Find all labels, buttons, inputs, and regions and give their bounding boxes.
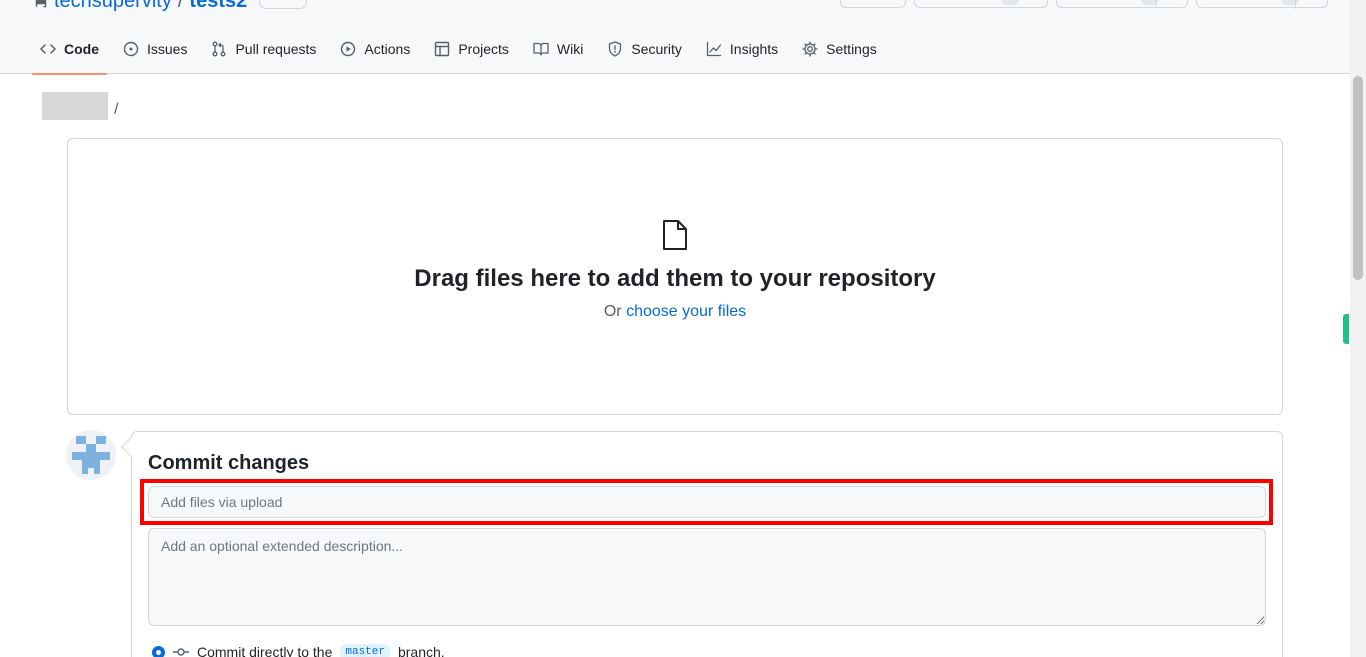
- tab-security[interactable]: Security: [599, 30, 690, 74]
- branch-name: master: [340, 644, 390, 657]
- breadcrumb-repo-link[interactable]: [42, 92, 108, 120]
- notifications-button[interactable]: [840, 0, 906, 8]
- tab-projects[interactable]: Projects: [426, 30, 517, 74]
- git-pull-request-icon: [213, 41, 226, 57]
- tab-label: Wiki: [556, 41, 584, 57]
- gear-icon: [802, 41, 818, 57]
- tab-code[interactable]: Code: [32, 30, 107, 75]
- git-commit-icon: [173, 648, 189, 656]
- star-button[interactable]: [1196, 0, 1328, 9]
- star-dropdown[interactable]: [1295, 0, 1327, 9]
- graph-icon: [706, 41, 722, 57]
- repo-header: techsupervity / tests2 Code Issues Pull …: [0, 0, 1350, 75]
- issue-opened-icon: [123, 41, 139, 57]
- tab-label: Actions: [364, 41, 411, 57]
- shield-icon: [609, 41, 622, 57]
- tab-label: Projects: [458, 41, 509, 57]
- breadcrumb: /: [42, 92, 118, 120]
- commit-summary-input[interactable]: [148, 486, 1266, 518]
- page-scrollbar[interactable]: [1350, 0, 1366, 657]
- tab-label: Settings: [826, 41, 877, 57]
- table-icon: [435, 41, 450, 57]
- commit-directly-radio[interactable]: [152, 645, 165, 657]
- visibility-badge: [259, 0, 308, 9]
- commit-directly-option[interactable]: Commit directly to the master branch.: [152, 644, 445, 657]
- watch-button[interactable]: [914, 0, 1048, 8]
- scrollbar-thumb[interactable]: [1353, 76, 1363, 280]
- code-icon: [40, 44, 56, 54]
- breadcrumb-separator: /: [114, 101, 119, 118]
- extension-side-tab[interactable]: [1343, 314, 1349, 344]
- repo-nav-tabs: Code Issues Pull requests Actions Projec…: [32, 30, 893, 75]
- commit-option-suffix: branch.: [397, 644, 445, 657]
- tab-wiki[interactable]: Wiki: [525, 30, 591, 74]
- play-icon: [341, 41, 356, 57]
- identicon-image: [72, 436, 110, 474]
- drop-zone-title: Drag files here to add them to your repo…: [414, 265, 936, 292]
- drop-zone-or-text: Or: [603, 303, 627, 320]
- tab-insights[interactable]: Insights: [698, 30, 786, 74]
- tab-label: Code: [64, 41, 99, 57]
- drop-zone-subtitle: Or choose your files: [67, 303, 1283, 321]
- repo-path-separator: /: [177, 0, 184, 12]
- repo-name-link[interactable]: tests2: [189, 0, 247, 13]
- fork-button[interactable]: [1056, 0, 1188, 9]
- repo-actions: [840, 0, 1328, 9]
- book-icon: [533, 42, 549, 56]
- tab-label: Insights: [729, 41, 779, 57]
- tab-settings[interactable]: Settings: [794, 30, 885, 74]
- tab-label: Security: [631, 41, 682, 57]
- repo-icon: [35, 0, 47, 7]
- choose-files-link[interactable]: choose your files: [626, 303, 746, 320]
- avatar: [66, 430, 116, 480]
- tab-issues[interactable]: Issues: [115, 30, 195, 74]
- file-icon: [663, 220, 687, 250]
- tab-actions[interactable]: Actions: [332, 30, 418, 74]
- commit-description-input[interactable]: [148, 528, 1266, 626]
- repo-path: techsupervity / tests2: [34, 0, 308, 13]
- commit-option-label: Commit directly to the: [197, 644, 333, 657]
- tab-label: Pull requests: [235, 41, 317, 57]
- fork-dropdown[interactable]: [1155, 0, 1187, 9]
- commit-title: Commit changes: [148, 452, 310, 474]
- tab-pull-requests[interactable]: Pull requests: [203, 30, 324, 74]
- repo-owner-link[interactable]: techsupervity: [54, 0, 172, 13]
- tab-label: Issues: [147, 41, 188, 57]
- watch-count: [1001, 0, 1019, 5]
